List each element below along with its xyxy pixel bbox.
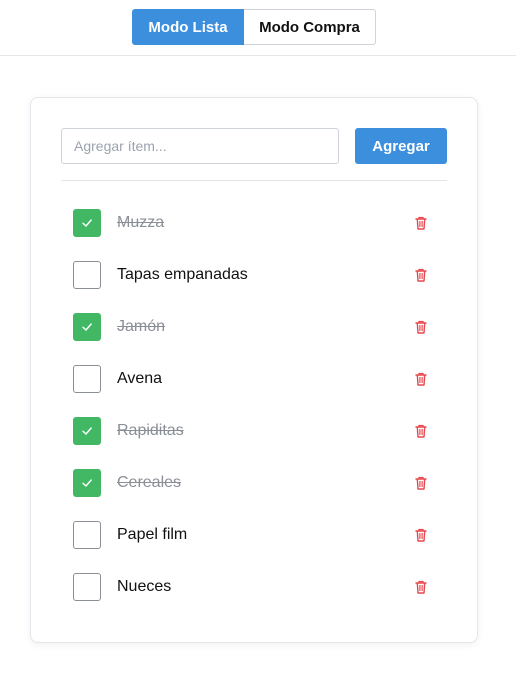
divider: [61, 180, 447, 181]
item-checkbox[interactable]: [73, 521, 101, 549]
item-checkbox[interactable]: [73, 313, 101, 341]
add-item-form: Agregar: [61, 128, 447, 164]
mode-toggle: Modo Lista Modo Compra: [132, 9, 376, 45]
trash-icon[interactable]: [413, 319, 429, 335]
add-item-button[interactable]: Agregar: [355, 128, 447, 164]
mode-list-button[interactable]: Modo Lista: [132, 9, 244, 45]
item-checkbox[interactable]: [73, 417, 101, 445]
item-checkbox[interactable]: [73, 209, 101, 237]
list-item: Papel film: [61, 509, 447, 561]
trash-icon[interactable]: [413, 215, 429, 231]
check-icon: [82, 479, 92, 487]
shopping-list-card: Agregar Muzza Tapas empanadas: [30, 97, 478, 643]
trash-icon[interactable]: [413, 371, 429, 387]
item-label: Cereales: [117, 474, 182, 491]
trash-icon[interactable]: [413, 579, 429, 595]
item-checkbox[interactable]: [73, 261, 101, 289]
list-item: Muzza: [61, 197, 447, 249]
item-label: Nueces: [117, 578, 172, 595]
check-icon: [82, 219, 92, 227]
item-label: Tapas empanadas: [117, 266, 248, 283]
list-item: Rapiditas: [61, 405, 447, 457]
item-label: Muzza: [117, 214, 165, 231]
trash-icon[interactable]: [413, 527, 429, 543]
item-checkbox[interactable]: [73, 573, 101, 601]
trash-icon[interactable]: [413, 267, 429, 283]
trash-icon[interactable]: [413, 423, 429, 439]
top-bar: Modo Lista Modo Compra: [0, 0, 516, 56]
item-checkbox[interactable]: [73, 365, 101, 393]
item-checkbox[interactable]: [73, 469, 101, 497]
item-label: Papel film: [117, 526, 188, 543]
list-item: Nueces: [61, 561, 447, 613]
mode-shopping-button[interactable]: Modo Compra: [244, 9, 376, 45]
item-label: Avena: [117, 370, 163, 387]
item-list: Muzza Tapas empanadas Jamón Avena Rapidi…: [61, 197, 447, 613]
item-label: Rapiditas: [117, 422, 184, 439]
check-icon: [82, 427, 92, 435]
item-label: Jamón: [117, 318, 166, 335]
list-item: Cereales: [61, 457, 447, 509]
check-icon: [82, 323, 92, 331]
add-item-input[interactable]: [61, 128, 339, 164]
list-item: Jamón: [61, 301, 447, 353]
trash-icon[interactable]: [413, 475, 429, 491]
list-item: Tapas empanadas: [61, 249, 447, 301]
list-item: Avena: [61, 353, 447, 405]
